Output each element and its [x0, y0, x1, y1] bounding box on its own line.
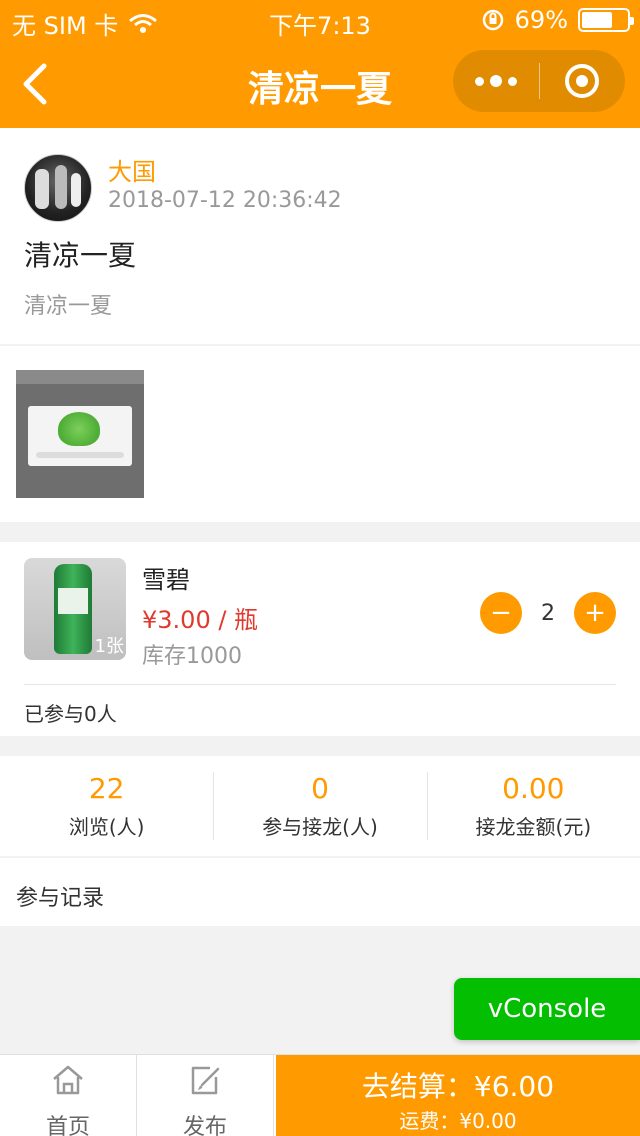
author-name[interactable]: 大国	[108, 152, 156, 187]
quantity-value: 2	[541, 600, 555, 626]
post-datetime: 2018-07-12 20:36:42	[108, 188, 342, 213]
close-button[interactable]	[540, 50, 626, 112]
checkout-total: 去结算：¥6.00	[361, 1070, 555, 1103]
stats-row: 22 浏览(人) 0 参与接龙(人) 0.00 接龙金额(元)	[0, 756, 640, 856]
stat-value: 0.00	[502, 772, 565, 805]
avatar[interactable]	[24, 154, 92, 222]
increase-button[interactable]: +	[574, 592, 616, 634]
stat-value: 22	[88, 772, 125, 805]
stat-views: 22 浏览(人)	[0, 756, 213, 856]
stat-label: 接龙金额(元)	[475, 815, 592, 839]
stat-amount: 0.00 接龙金额(元)	[426, 756, 640, 856]
product-name: 雪碧	[142, 566, 190, 594]
product-card: 1张 雪碧 ¥3.00 / 瓶 库存1000 − 2 + 已参与0人	[0, 542, 640, 736]
rotation-lock-icon	[482, 9, 503, 31]
stat-label: 浏览(人)	[68, 815, 145, 839]
stat-label: 参与接龙(人)	[262, 815, 378, 839]
post-title: 清凉一夏	[24, 239, 137, 272]
tab-home[interactable]: 首页	[0, 1055, 137, 1136]
battery-fill	[582, 12, 613, 28]
shipping-fee: 运费：¥0.00	[399, 1109, 517, 1133]
participants-count: 已参与0人	[24, 702, 117, 726]
divider	[24, 684, 616, 685]
stat-value: 0	[311, 772, 329, 805]
product-image[interactable]: 1张	[24, 558, 126, 660]
tab-label: 发布	[182, 1115, 227, 1136]
post-image-thumbnail[interactable]	[16, 370, 144, 498]
tab-label: 首页	[45, 1115, 90, 1136]
product-stock: 库存1000	[142, 644, 242, 669]
decrease-button[interactable]: −	[480, 592, 522, 634]
stat-participants: 0 参与接龙(人)	[213, 756, 426, 856]
tab-publish[interactable]: 发布	[137, 1055, 274, 1136]
status-bar: 无 SIM 卡 下午7:13 69%	[0, 0, 640, 40]
product-price: ¥3.00 / 瓶	[142, 606, 259, 634]
more-dots-icon[interactable]	[453, 50, 539, 112]
target-ring-icon	[565, 64, 600, 98]
image-count: 1张	[94, 636, 124, 657]
battery-percent: 69%	[514, 6, 568, 34]
vconsole-button[interactable]: vConsole	[454, 978, 640, 1040]
home-icon	[53, 1065, 83, 1095]
miniprogram-capsule	[453, 50, 625, 112]
checkout-button[interactable]: 去结算：¥6.00 运费：¥0.00	[276, 1055, 640, 1136]
nav-bar: 清凉一夏	[0, 40, 640, 128]
post-images	[0, 346, 640, 522]
post-card: 大国 2018-07-12 20:36:42 清凉一夏 清凉一夏	[0, 128, 640, 344]
records-label: 参与记录	[16, 886, 105, 911]
battery-icon	[578, 8, 634, 32]
records-section[interactable]: 参与记录	[0, 858, 640, 926]
post-description: 清凉一夏	[24, 294, 113, 319]
bottom-bar: 首页 发布 去结算：¥6.00 运费：¥0.00	[0, 1054, 640, 1136]
quantity-stepper: − 2 +	[480, 592, 616, 634]
edit-icon	[191, 1066, 220, 1095]
status-right: 69%	[481, 6, 634, 34]
